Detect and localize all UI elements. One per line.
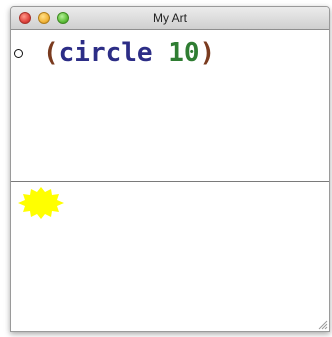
yellow-starburst (18, 187, 64, 219)
title-bar[interactable]: My Art (11, 7, 329, 30)
close-paren: ) (199, 38, 216, 68)
code-expression[interactable]: (circle 10) (43, 38, 215, 68)
function-name: circle (58, 38, 153, 68)
code-editor[interactable]: (circle 10) (11, 30, 329, 181)
circle-outline-icon (14, 49, 23, 58)
resize-grip-icon[interactable] (316, 318, 328, 330)
open-paren: ( (43, 38, 59, 68)
window-title: My Art (152, 11, 187, 25)
argument-value: 10 (168, 38, 200, 68)
app-window: My Art (circle 10) (10, 6, 330, 332)
output-canvas (11, 182, 329, 331)
